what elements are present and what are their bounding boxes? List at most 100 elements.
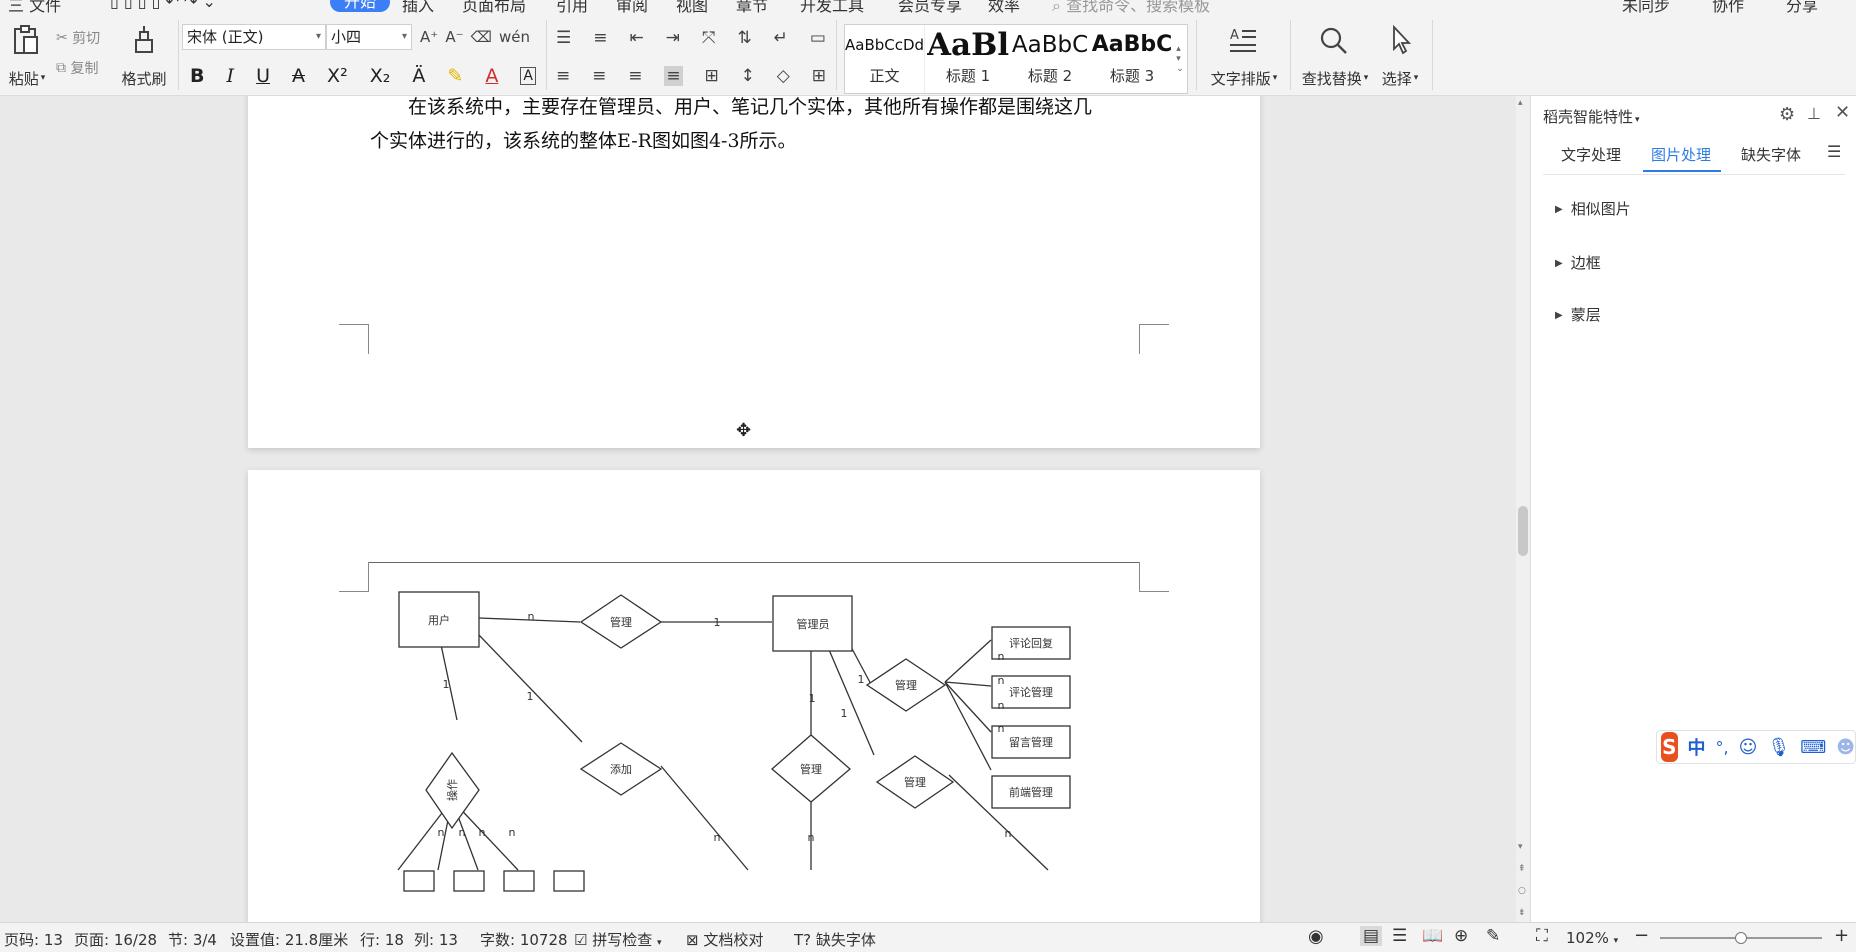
page[interactable]: 用户 管理员 评论回复 评论管理 留言管理 前端管理 管理 添加 操作 管理 管… bbox=[248, 470, 1260, 922]
menu-file[interactable]: 三 文件 bbox=[8, 0, 61, 14]
panel-title[interactable]: 稻壳智能特性 ▾ bbox=[1543, 106, 1640, 127]
menu-insert[interactable]: 插入 bbox=[402, 0, 434, 14]
align-center-icon[interactable]: ≡ bbox=[592, 66, 606, 86]
align-left-icon[interactable]: ≡ bbox=[556, 66, 570, 86]
section-mask[interactable]: ▶ 蒙层 bbox=[1555, 304, 1601, 325]
find-replace-button[interactable]: 查找替换 ▾ bbox=[1296, 68, 1374, 88]
sort-icon[interactable]: ⇅ bbox=[737, 28, 751, 48]
page-count[interactable]: 页面: 16/28 bbox=[74, 929, 157, 950]
font-size-tools[interactable]: A⁺ A⁻ ⌫ wén bbox=[420, 24, 530, 50]
zoom-in-icon[interactable]: + bbox=[1834, 925, 1849, 946]
menu-icon[interactable]: ☰ bbox=[1827, 142, 1841, 161]
doc-check-button[interactable]: ⊠ 文档校对 bbox=[686, 929, 763, 950]
strikethrough-icon[interactable]: A bbox=[292, 65, 305, 87]
show-marks-icon[interactable]: ↵ bbox=[774, 28, 788, 48]
bold-icon[interactable]: B bbox=[190, 65, 204, 87]
style-heading-3[interactable]: AaBbC 标题 3 bbox=[1091, 25, 1173, 93]
cut-button[interactable]: ✂ 剪切 bbox=[56, 28, 100, 48]
style-heading-2[interactable]: AaBbC 标题 2 bbox=[1009, 25, 1091, 93]
menu-home[interactable]: 开始 bbox=[330, 0, 391, 12]
font-color-icon[interactable]: A bbox=[485, 65, 498, 87]
column-indicator[interactable]: 列: 13 bbox=[414, 929, 458, 950]
page-number[interactable]: 页码: 13 bbox=[4, 929, 63, 950]
line-spacing-icon[interactable]: ↕ bbox=[741, 66, 755, 86]
user-icon[interactable]: ☻ bbox=[1836, 737, 1855, 758]
style-heading-1[interactable]: AaBl 标题 1 bbox=[927, 25, 1009, 93]
clear-format-icon[interactable]: ⌫ bbox=[471, 28, 492, 46]
zoom-slider-thumb[interactable] bbox=[1735, 932, 1747, 944]
keyboard-icon[interactable]: ⌨ bbox=[1800, 737, 1826, 758]
decrease-indent-icon[interactable]: ⇤ bbox=[629, 28, 643, 48]
document-area[interactable]: 在该系统中，主要存在管理员、用户、笔记几个实体，其他所有操作都是围绕这几 个实体… bbox=[0, 96, 1516, 922]
superscript-icon[interactable]: X² bbox=[327, 65, 348, 87]
tab-missing-fonts[interactable]: 缺失字体 bbox=[1741, 144, 1801, 165]
font-name-select[interactable]: 宋体 (正文) ▾ bbox=[182, 24, 326, 50]
select-button[interactable]: 选择 ▾ bbox=[1376, 68, 1424, 88]
section-border[interactable]: ▶ 边框 bbox=[1555, 252, 1601, 273]
paste-icon[interactable] bbox=[10, 22, 42, 58]
search-icon[interactable] bbox=[1316, 22, 1350, 58]
page[interactable]: 在该系统中，主要存在管理员、用户、笔记几个实体，其他所有操作都是围绕这几 个实体… bbox=[248, 96, 1260, 448]
scroll-up-icon[interactable]: ▴ bbox=[1518, 98, 1523, 108]
emoji-icon[interactable]: ☺ bbox=[1739, 737, 1758, 758]
ime-logo-icon[interactable]: S bbox=[1661, 732, 1678, 762]
italic-icon[interactable]: I bbox=[227, 65, 235, 87]
style-normal[interactable]: AaBbCcDd 正文 bbox=[845, 25, 925, 93]
collab-button[interactable]: 协作 bbox=[1712, 0, 1744, 14]
ime-punct[interactable]: °, bbox=[1716, 738, 1729, 757]
menu-efficiency[interactable]: 效率 bbox=[988, 0, 1020, 14]
shading-icon[interactable]: ◇ bbox=[777, 66, 790, 86]
copy-button[interactable]: ⧉ 复制 bbox=[56, 58, 98, 78]
increase-indent-icon[interactable]: ⇥ bbox=[666, 28, 680, 48]
web-view-icon[interactable]: ⊕ bbox=[1454, 926, 1468, 946]
row-indicator[interactable]: 行: 18 bbox=[360, 929, 404, 950]
cursor-select-icon[interactable] bbox=[1384, 22, 1418, 58]
share-button[interactable]: 分享 bbox=[1786, 0, 1818, 14]
text-layout-icon[interactable]: A bbox=[1226, 22, 1260, 58]
text-layout-button[interactable]: 文字排版 ▾ bbox=[1204, 68, 1284, 88]
tab-image-processing[interactable]: 图片处理 bbox=[1651, 144, 1711, 165]
ruler-icon[interactable]: ▭ bbox=[810, 28, 826, 48]
menu-review[interactable]: 审阅 bbox=[616, 0, 648, 14]
word-count[interactable]: 字数: 10728 bbox=[480, 929, 568, 950]
quick-access-icons[interactable]: ▯ ▯ ▯ ▯ ↶ ↷ ⌄ bbox=[110, 0, 216, 11]
scrollbar-thumb[interactable] bbox=[1518, 506, 1528, 556]
fit-page-icon[interactable]: ⛶ bbox=[1536, 926, 1548, 946]
position-value[interactable]: 设置值: 21.8厘米 bbox=[230, 929, 348, 950]
subscript-icon[interactable]: X₂ bbox=[370, 65, 391, 87]
menu-chapter[interactable]: 章节 bbox=[736, 0, 768, 14]
section-similar-images[interactable]: ▶ 相似图片 bbox=[1555, 198, 1631, 219]
grow-font-icon[interactable]: A⁺ bbox=[420, 28, 438, 46]
menu-member[interactable]: 会员专享 bbox=[898, 0, 962, 14]
gear-icon[interactable]: ⚙ bbox=[1779, 104, 1795, 125]
zoom-level[interactable]: 102% ▾ bbox=[1566, 929, 1618, 947]
er-diagram[interactable]: 用户 管理员 评论回复 评论管理 留言管理 前端管理 管理 添加 操作 管理 管… bbox=[248, 470, 1260, 922]
underline-icon[interactable]: U bbox=[256, 65, 270, 87]
highlight-icon[interactable]: ✎ bbox=[447, 65, 463, 87]
paragraph-line[interactable]: 个实体进行的，该系统的整体E-R图如图4-3所示。 bbox=[370, 124, 1140, 159]
close-icon[interactable]: ✕ bbox=[1835, 102, 1850, 123]
spell-check-button[interactable]: ☑ 拼写检查 ▾ bbox=[574, 929, 662, 950]
menu-references[interactable]: 引用 bbox=[556, 0, 588, 14]
page-nav-icons[interactable]: ▾ ⇞ ○ ⇟ bbox=[1518, 836, 1526, 924]
menu-view[interactable]: 视图 bbox=[676, 0, 708, 14]
paste-button[interactable]: 粘贴 ▾ bbox=[4, 68, 50, 88]
command-search[interactable]: ⌕ 查找命令、搜索模板 bbox=[1052, 0, 1210, 14]
bullet-list-icon[interactable]: ☰ bbox=[556, 28, 571, 48]
format-painter-button[interactable]: 格式刷 bbox=[118, 68, 170, 88]
zoom-slider[interactable] bbox=[1660, 932, 1822, 944]
justify-icon[interactable]: ≡ bbox=[664, 66, 683, 86]
char-border-icon[interactable]: A bbox=[520, 67, 536, 85]
font-size-select[interactable]: 小四 ▾ bbox=[326, 24, 412, 50]
menu-layout[interactable]: 页面布局 bbox=[462, 0, 526, 14]
styles-scroll[interactable]: ▴ ▾ ⌄ bbox=[1173, 29, 1187, 89]
sync-status[interactable]: 未同步 bbox=[1622, 0, 1670, 14]
page-view-icon[interactable]: ▤ bbox=[1360, 926, 1383, 946]
format-painter-icon[interactable] bbox=[130, 22, 158, 58]
tab-text-processing[interactable]: 文字处理 bbox=[1561, 144, 1621, 165]
vertical-scrollbar[interactable]: ▴ ▾ ⇞ ○ ⇟ bbox=[1516, 96, 1530, 922]
chinese-layout-icon[interactable]: ⤧ bbox=[702, 28, 716, 48]
paragraph-line[interactable]: 在该系统中，主要存在管理员、用户、笔记几个实体，其他所有操作都是围绕这几 bbox=[370, 96, 1140, 125]
write-mode-icon[interactable]: ✎ bbox=[1486, 926, 1500, 946]
align-right-icon[interactable]: ≡ bbox=[628, 66, 642, 86]
